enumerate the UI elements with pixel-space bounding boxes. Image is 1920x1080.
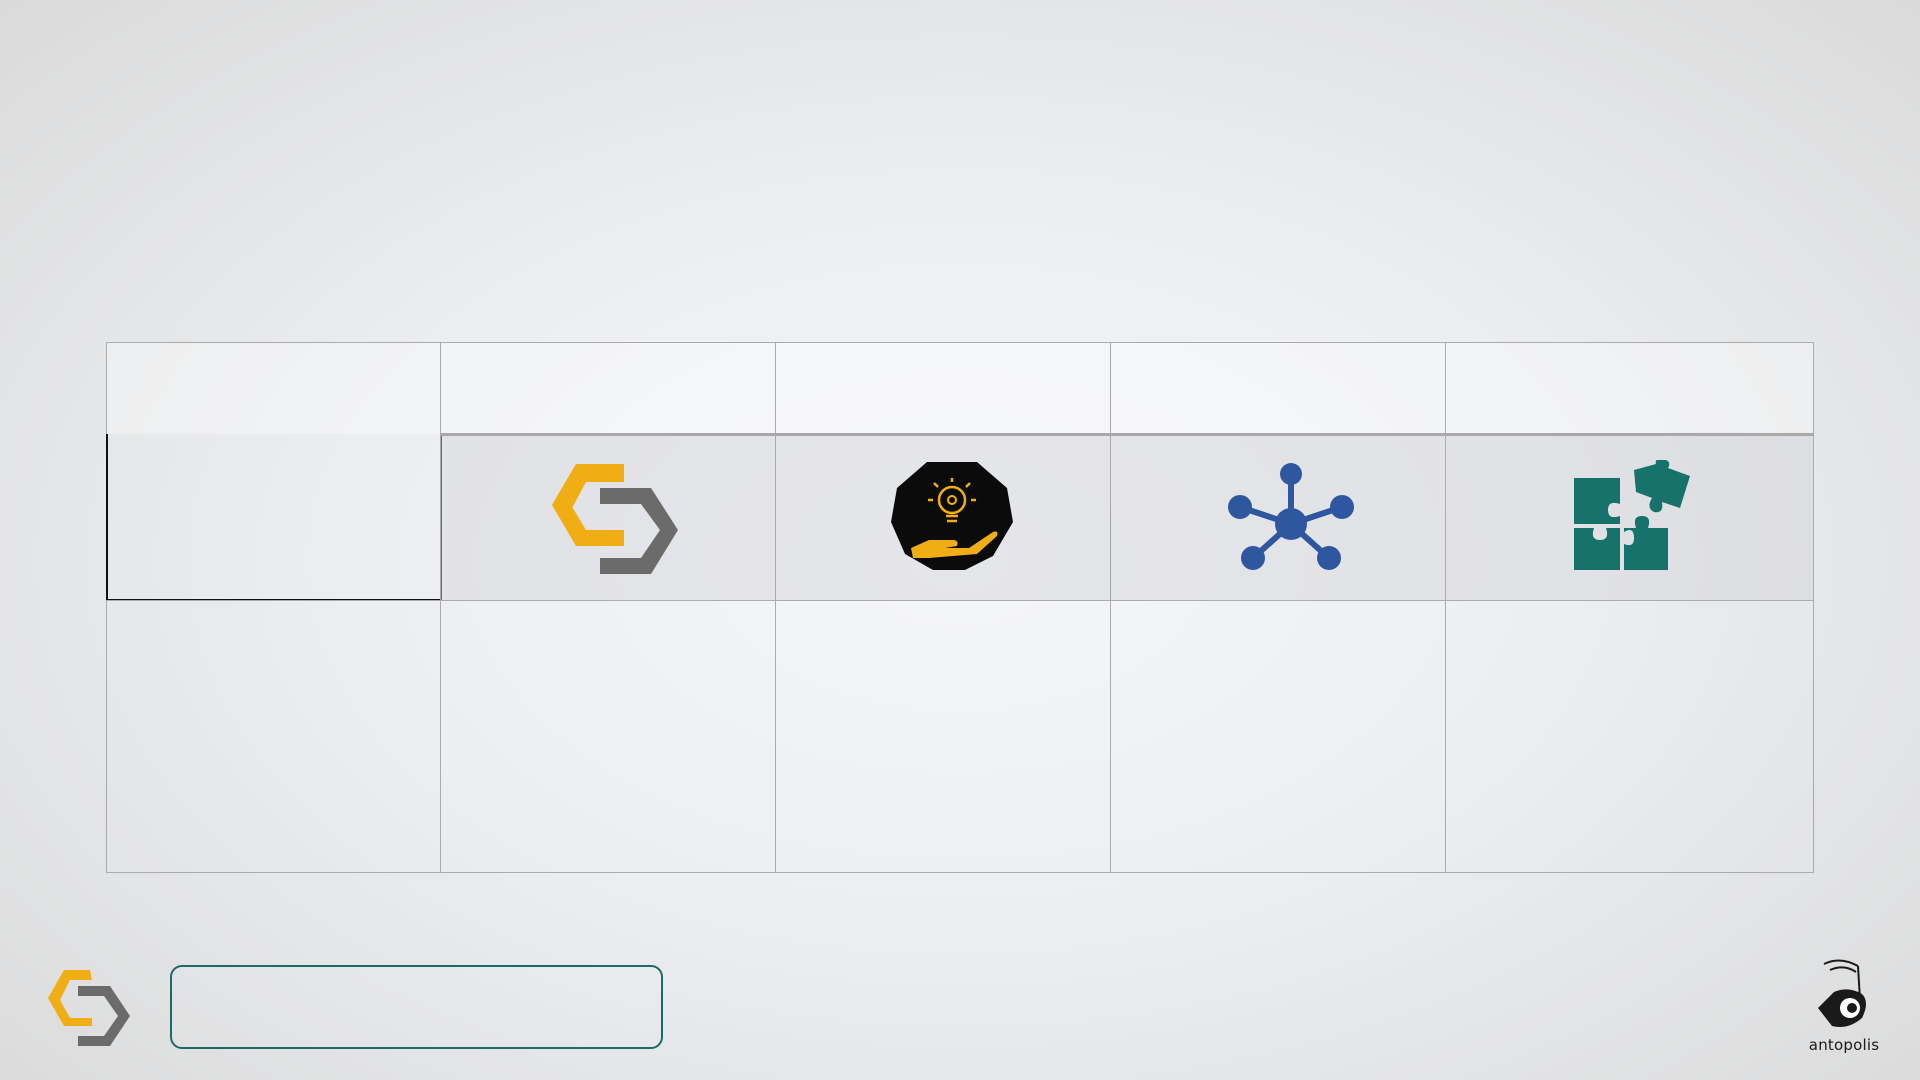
hand-lightbulb-icon [889, 460, 1015, 572]
table-header-cell-2[interactable] [775, 342, 1111, 434]
table-corner-header-cell [106, 342, 441, 434]
table-body-cell-2[interactable] [775, 600, 1111, 873]
network-nodes-icon [1226, 462, 1356, 572]
antopolis-watermark: antopolis [1804, 956, 1884, 1060]
table-body-cell-1[interactable] [440, 600, 776, 873]
antopolis-ant-icon [1818, 959, 1866, 1027]
comparison-table [106, 342, 1814, 873]
hexagon-c-logo-icon [546, 460, 686, 578]
table-header-cell-3[interactable] [1110, 342, 1446, 434]
table-body-label-cell[interactable] [106, 600, 441, 873]
puzzle-pieces-icon [1564, 460, 1694, 572]
table-body-cell-4[interactable] [1445, 600, 1814, 873]
table-row-label-cell[interactable] [106, 434, 442, 601]
table-header-cell-1[interactable] [440, 342, 776, 434]
bottom-text-box[interactable] [170, 965, 663, 1049]
hexagon-c-logo-icon [46, 968, 132, 1048]
antopolis-text: antopolis [1808, 1036, 1880, 1054]
table-header-cell-4[interactable] [1445, 342, 1814, 434]
table-body-cell-3[interactable] [1110, 600, 1446, 873]
